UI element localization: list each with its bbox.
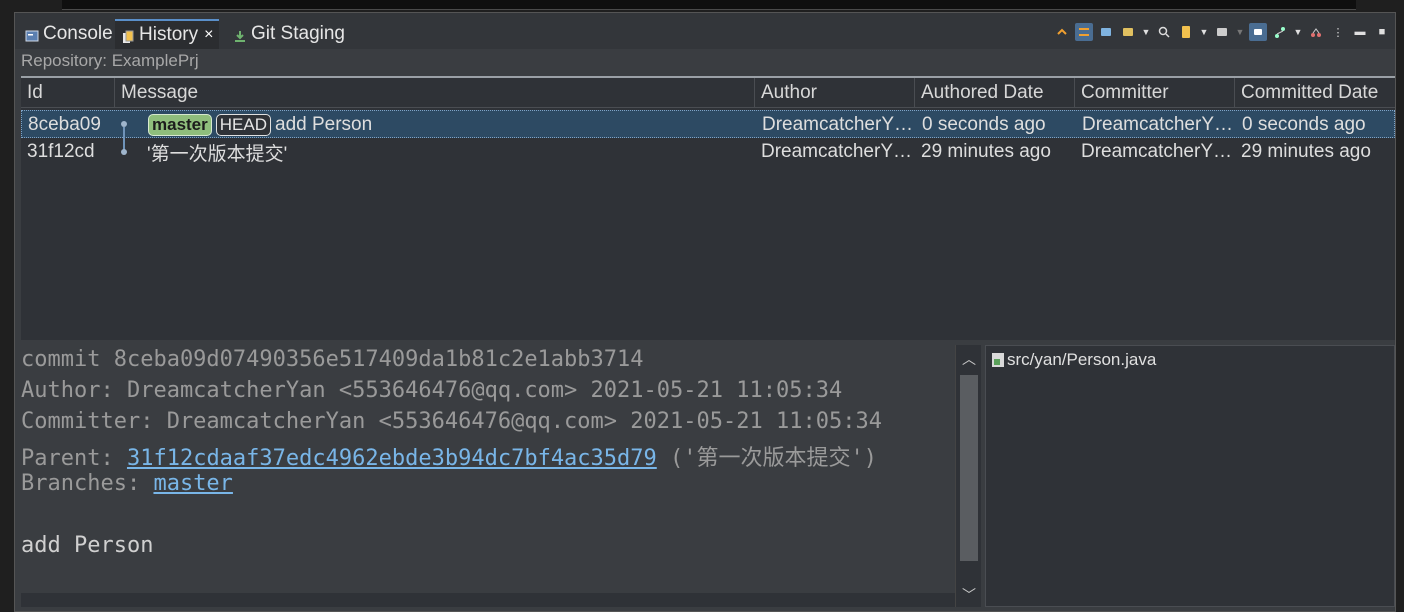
commit-authored-date: 0 seconds ago	[922, 114, 1046, 135]
graph-edge	[123, 127, 125, 151]
commit-committed-date: 29 minutes ago	[1241, 141, 1371, 162]
commit-committed-date: 0 seconds ago	[1242, 114, 1366, 135]
details-vertical-scrollbar[interactable]: ︿ ﹀	[955, 345, 981, 607]
column-header-id[interactable]: Id	[21, 78, 115, 108]
parent-commit-link[interactable]: 31f12cdaaf37edc4962ebde3b94dc7bf4ac35d79	[127, 446, 657, 471]
git-staging-icon	[233, 27, 247, 42]
detail-commit-message: add Person	[21, 533, 154, 558]
merge-icon[interactable]	[1307, 23, 1325, 41]
show-all-branches-icon[interactable]	[1097, 23, 1115, 41]
parent-message: ('第一次版本提交')	[656, 446, 878, 471]
close-icon[interactable]: ×	[204, 26, 213, 44]
branches-label: Branches:	[21, 471, 154, 496]
detail-branches-line: Branches: master	[21, 471, 233, 496]
changed-files-panel: src/yan/Person.java	[985, 345, 1395, 607]
column-header-committer[interactable]: Committer	[1075, 78, 1235, 108]
tab-console[interactable]: Console	[19, 19, 119, 49]
commit-author: DreamcatcherY…	[761, 141, 912, 162]
search-icon[interactable]	[1155, 23, 1173, 41]
java-file-icon	[992, 353, 1004, 367]
view-menu-icon[interactable]: ⋮	[1329, 23, 1347, 41]
tab-git-staging[interactable]: Git Staging	[227, 19, 351, 49]
tab-label: Console	[43, 23, 113, 44]
chevron-up-icon[interactable]: ︿	[956, 347, 982, 371]
commit-details-text[interactable]: commit 8ceba09d07490356e517409da1b81c2e1…	[21, 345, 955, 593]
file-path: src/yan/Person.java	[1007, 350, 1157, 369]
graph-node	[121, 121, 127, 127]
commit-message-cell: master HEAD add Person	[116, 111, 756, 139]
detail-author-line: Author: DreamcatcherYan <553646476@qq.co…	[21, 378, 843, 403]
tab-history[interactable]: History ×	[115, 19, 220, 49]
repository-icon[interactable]	[1177, 23, 1195, 41]
view-toolbar: ▼ ▼ ▼ ▼ ⋮ ▬ ■	[1053, 21, 1391, 43]
chevron-down-icon[interactable]: ▼	[1199, 23, 1209, 41]
editor-area-edge	[0, 0, 1404, 12]
link-selection-icon[interactable]	[1053, 23, 1071, 41]
detail-committer-line: Committer: DreamcatcherYan <553646476@qq…	[21, 409, 882, 434]
history-view: Console History × Git Staging ▼ ▼ ▼ ▼ ⋮ …	[14, 12, 1396, 612]
repository-label: Repository: ExamplePrj	[21, 51, 199, 70]
minimize-icon[interactable]: ▬	[1351, 23, 1369, 41]
list-item[interactable]: src/yan/Person.java	[992, 350, 1156, 370]
column-header-committed-date[interactable]: Committed Date	[1235, 78, 1395, 108]
commit-committer: DreamcatcherY…	[1081, 141, 1232, 162]
commit-author: DreamcatcherY…	[762, 114, 913, 135]
commit-message: '第一次版本提交'	[147, 143, 288, 165]
head-badge: HEAD	[215, 114, 271, 136]
console-icon	[25, 27, 39, 42]
left-trim	[0, 12, 14, 612]
commit-message: add Person	[275, 114, 373, 135]
detail-commit-line: commit 8ceba09d07490356e517409da1b81c2e1…	[21, 347, 644, 372]
branch-badge: master	[148, 114, 212, 136]
right-trim	[1396, 12, 1404, 612]
history-icon	[121, 28, 135, 43]
table-row[interactable]: 8ceba09 master HEAD add Person Dreamcatc…	[21, 110, 1395, 138]
commit-id: 31f12cd	[27, 141, 95, 162]
tab-label: History	[139, 24, 199, 45]
column-header-message[interactable]: Message	[115, 78, 755, 108]
chevron-down-icon[interactable]: ▼	[1141, 23, 1151, 41]
branch-icon[interactable]	[1271, 23, 1289, 41]
table-header: Id Message Author Authored Date Committe…	[21, 78, 1395, 108]
parent-label: Parent:	[21, 446, 127, 471]
commit-committer: DreamcatcherY…	[1082, 114, 1233, 135]
detail-parent-line: Parent: 31f12cdaaf37edc4962ebde3b94dc7bf…	[21, 440, 877, 472]
layout-icon[interactable]	[1249, 23, 1267, 41]
column-header-authored-date[interactable]: Authored Date	[915, 78, 1075, 108]
chevron-down-icon[interactable]: ▼	[1235, 23, 1245, 41]
show-filter-icon[interactable]	[1213, 23, 1231, 41]
commit-table[interactable]: Id Message Author Authored Date Committe…	[21, 76, 1395, 340]
chevron-down-icon[interactable]: ﹀	[956, 583, 982, 607]
view-tab-bar: Console History × Git Staging ▼ ▼ ▼ ▼ ⋮ …	[15, 13, 1395, 49]
commit-id: 8ceba09	[28, 114, 101, 135]
branch-link[interactable]: master	[153, 471, 232, 496]
scrollbar-thumb[interactable]	[960, 375, 978, 561]
editor-scrollbar[interactable]	[62, 0, 1356, 10]
compare-mode-icon[interactable]	[1075, 23, 1093, 41]
details-horizontal-scrollbar[interactable]	[21, 593, 955, 607]
column-header-author[interactable]: Author	[755, 78, 915, 108]
chevron-down-icon[interactable]: ▼	[1293, 23, 1303, 41]
table-row[interactable]: 31f12cd '第一次版本提交' DreamcatcherY… 29 minu…	[21, 138, 1395, 166]
maximize-icon[interactable]: ■	[1373, 23, 1391, 41]
commit-authored-date: 29 minutes ago	[921, 141, 1051, 162]
graph-node	[121, 149, 127, 155]
filter-resource-icon[interactable]	[1119, 23, 1137, 41]
tab-label: Git Staging	[251, 23, 345, 44]
